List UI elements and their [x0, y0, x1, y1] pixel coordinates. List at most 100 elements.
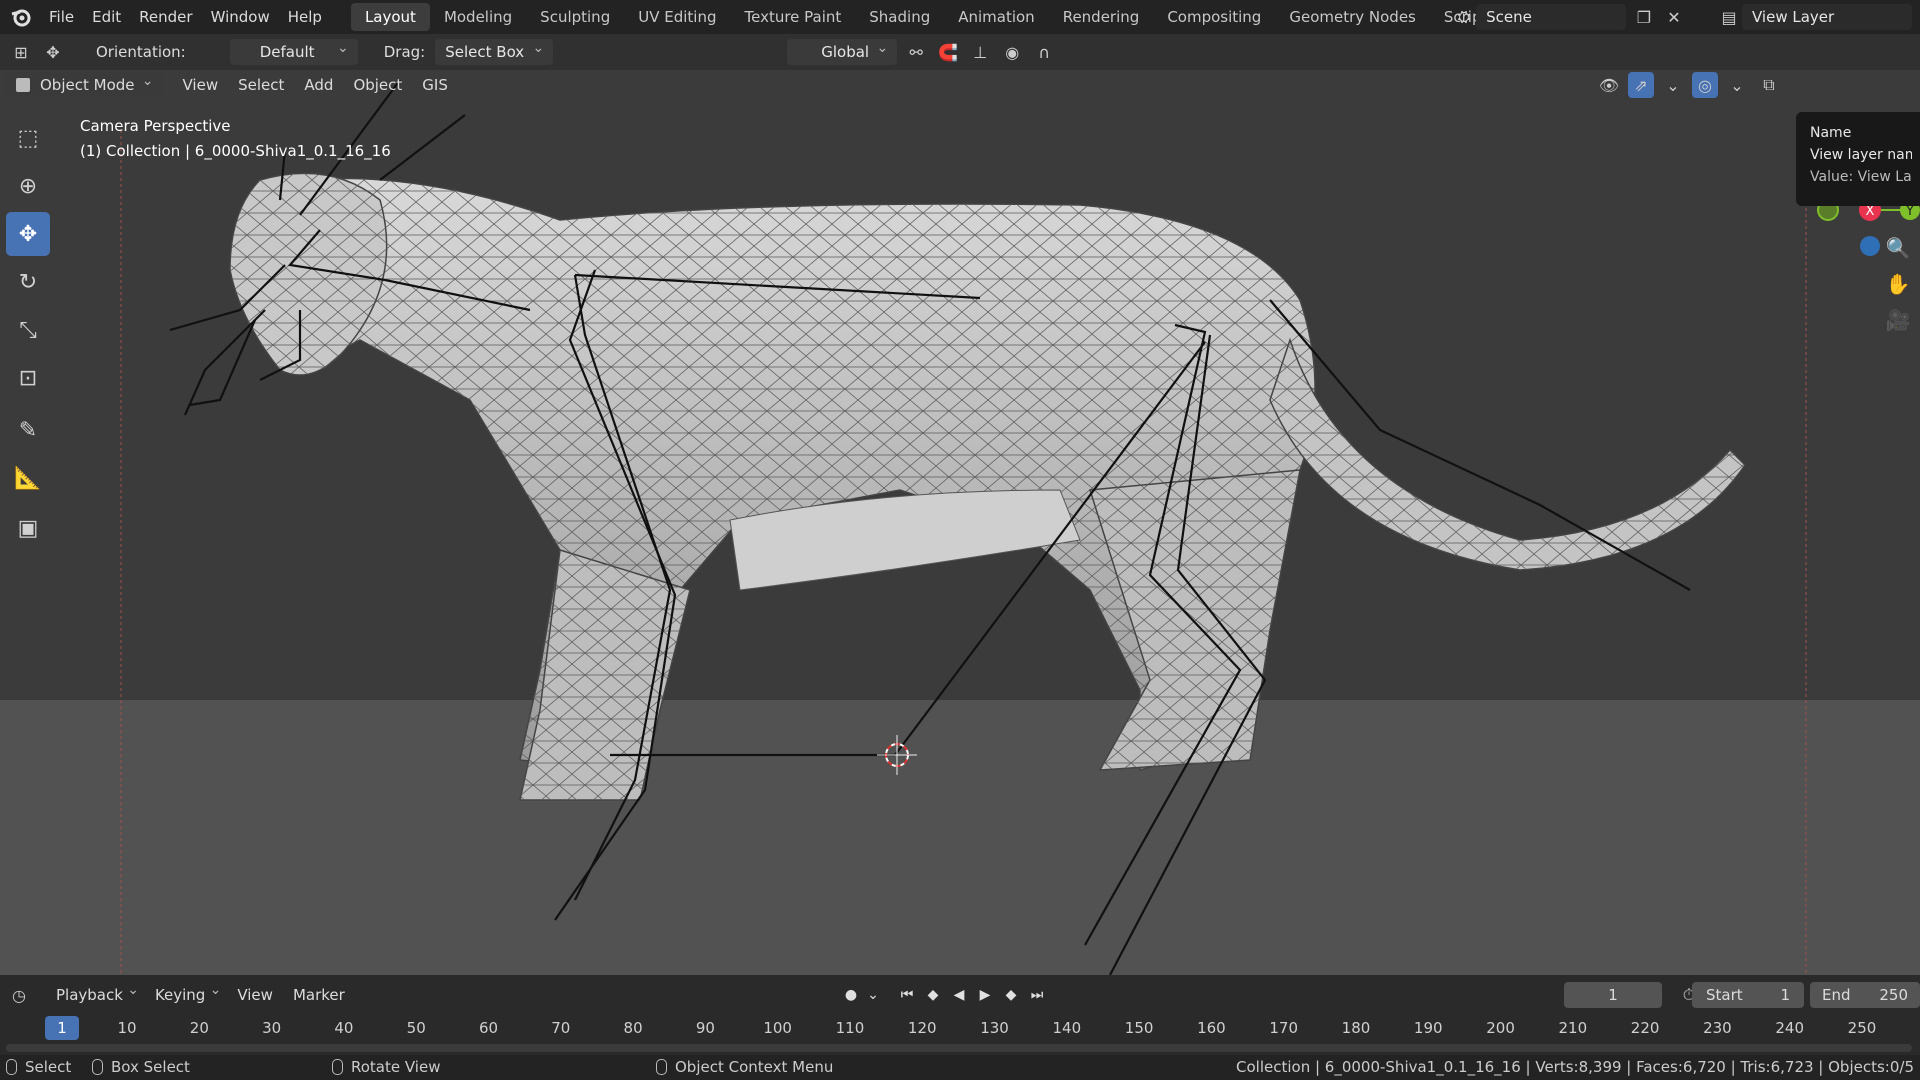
ruler-frame-130: 130 — [980, 1019, 1009, 1037]
neg-z-axis-handle[interactable] — [1860, 236, 1880, 256]
start-frame-field[interactable]: Start 1 — [1692, 982, 1804, 1008]
viewport-header: Object Mode View Select Add Object GIS 👁… — [0, 70, 1920, 100]
workspace-tabs: Layout Modeling Sculpting UV Editing Tex… — [350, 2, 1560, 32]
timeline-view-menu[interactable]: View — [227, 986, 283, 1004]
orientation-label: Orientation: — [96, 43, 186, 61]
menu-file[interactable]: File — [40, 0, 83, 34]
play-reverse-icon[interactable]: ◀ — [946, 982, 972, 1008]
view-layer-name-field[interactable]: View Layer — [1742, 4, 1912, 30]
viewport-menu-view[interactable]: View — [173, 76, 229, 94]
tab-layout[interactable]: Layout — [350, 3, 430, 31]
camera-perspective-label: Camera Perspective — [80, 117, 231, 135]
keying-options-icon[interactable]: ⌄ — [864, 982, 882, 1008]
tooltip-value: Value: View Layer — [1810, 169, 1912, 185]
scene-icon[interactable]: ⛭ — [1452, 4, 1476, 30]
annotate-icon[interactable]: ✎ — [6, 408, 50, 452]
menu-render[interactable]: Render — [130, 0, 201, 34]
jump-end-icon[interactable]: ⏭ — [1024, 982, 1050, 1008]
remove-scene-icon[interactable]: ✕ — [1662, 4, 1686, 30]
ruler-frame-90: 90 — [695, 1019, 715, 1037]
drag-dropdown[interactable]: Select Box — [435, 35, 554, 65]
ruler-frame-1: 1 — [45, 1016, 79, 1040]
pivot-point-icon[interactable]: ⚯ — [903, 39, 929, 65]
falloff-icon[interactable]: ∩ — [1031, 39, 1057, 65]
move-icon[interactable]: ✥ — [6, 212, 50, 256]
xray-icon[interactable]: ⧉ — [1756, 72, 1782, 98]
move-tool-icon: ✥ — [46, 42, 60, 62]
menu-window[interactable]: Window — [202, 0, 279, 34]
play-icon[interactable]: ▶ — [972, 982, 998, 1008]
overlays-icon[interactable]: ◎ — [1692, 72, 1718, 98]
end-frame-field[interactable]: End 250 — [1810, 982, 1920, 1008]
scene-name-field[interactable]: Scene — [1476, 4, 1626, 30]
viewport-menu-select[interactable]: Select — [228, 76, 294, 94]
3d-viewport[interactable]: Object Mode View Select Add Object GIS 👁… — [0, 70, 1920, 975]
current-frame-field[interactable]: 1 — [1564, 982, 1662, 1008]
select-box-icon[interactable]: ⬚ — [6, 116, 50, 160]
snap-target-icon[interactable]: ⊥ — [967, 39, 993, 65]
tab-texture-paint[interactable]: Texture Paint — [730, 3, 855, 31]
orientation-dropdown[interactable]: Default — [229, 35, 358, 65]
ruler-frame-240: 240 — [1775, 1019, 1805, 1037]
view-layer-icon[interactable]: ▤ — [1716, 4, 1742, 30]
ruler-frame-20: 20 — [189, 1019, 209, 1037]
gizmo-options-icon[interactable]: ⌄ — [1660, 72, 1686, 98]
snap-icon[interactable]: 🧲 — [935, 39, 961, 65]
viewport-overlay-controls: 👁 ⇗ ⌄ ◎ ⌄ ⧉ — [1590, 72, 1782, 98]
menu-edit[interactable]: Edit — [83, 0, 130, 34]
ruler-frame-140: 140 — [1052, 1019, 1082, 1037]
scale-icon[interactable]: ⤡ — [6, 308, 50, 352]
tab-shading[interactable]: Shading — [855, 3, 944, 31]
prev-keyframe-icon[interactable]: ◆ — [920, 982, 946, 1008]
zoom-icon[interactable]: 🔍 — [1880, 230, 1916, 266]
gizmo-toggle-icon[interactable]: ⇗ — [1628, 72, 1654, 98]
tab-modeling[interactable]: Modeling — [430, 3, 526, 31]
ruler-frame-230: 230 — [1703, 1019, 1732, 1037]
copy-scene-icon[interactable]: ❐ — [1632, 4, 1656, 30]
pan-hand-icon[interactable]: ✋ — [1880, 266, 1916, 302]
y-axis-label: Y — [1905, 204, 1914, 219]
viewport-menu-add[interactable]: Add — [294, 76, 343, 94]
tab-sculpting[interactable]: Sculpting — [526, 3, 624, 31]
overlays-options-icon[interactable]: ⌄ — [1724, 72, 1750, 98]
timeline-editor-icon[interactable]: ◷ — [6, 982, 32, 1008]
menu-help[interactable]: Help — [279, 0, 331, 34]
tab-animation[interactable]: Animation — [944, 3, 1048, 31]
rotate-icon[interactable]: ↻ — [6, 260, 50, 304]
playback-menu[interactable]: Playback — [46, 982, 145, 1004]
ruler-frame-220: 220 — [1630, 1019, 1660, 1037]
tab-geometry-nodes[interactable]: Geometry Nodes — [1275, 3, 1430, 31]
tooltip: Name View layer name Value: View Layer — [1796, 112, 1920, 206]
transform-icon[interactable]: ⊡ — [6, 356, 50, 400]
add-cube-icon[interactable]: ▣ — [6, 506, 50, 550]
3d-cursor-icon[interactable] — [877, 735, 917, 775]
tool-shelf: ⬚ ⊕ ✥ ↻ ⤡ ⊡ ✎ 📐 ▣ — [6, 116, 52, 554]
next-keyframe-icon[interactable]: ◆ — [998, 982, 1024, 1008]
ruler-frame-80: 80 — [623, 1019, 643, 1037]
viewport-menu-object[interactable]: Object — [343, 76, 412, 94]
cursor-icon[interactable]: ⊕ — [6, 164, 50, 208]
auto-keying-icon[interactable]: ● — [838, 982, 864, 1008]
timeline-ruler[interactable]: 1 10 20 30 40 50 60 70 80 90 100 110 120 130 140 150 160… — [0, 1015, 1920, 1055]
jump-start-icon[interactable]: ⏮ — [894, 982, 920, 1008]
collection-label: (1) Collection | 6_0000-Shiva1_0.1_16_16 — [80, 142, 391, 160]
camera-view-icon[interactable]: 🎥 — [1880, 302, 1916, 338]
measure-icon[interactable]: 📐 — [6, 456, 50, 500]
object-mode-dropdown[interactable]: Object Mode — [6, 70, 163, 98]
tiger-model[interactable] — [0, 70, 1920, 975]
proportional-editing-icon[interactable]: ◉ — [999, 39, 1025, 65]
keying-menu[interactable]: Keying — [145, 982, 227, 1004]
transform-orientation-dropdown[interactable]: Global — [787, 35, 898, 65]
tiger-body — [229, 172, 1746, 801]
visibility-icon[interactable]: 👁 — [1596, 72, 1622, 98]
tab-uv-editing[interactable]: UV Editing — [624, 3, 730, 31]
timeline-scrollbar[interactable] — [6, 1044, 1912, 1052]
x-axis-label: X — [1866, 204, 1875, 219]
tab-rendering[interactable]: Rendering — [1049, 3, 1154, 31]
viewport-menu-gis[interactable]: GIS — [412, 76, 458, 94]
editor-type-icon[interactable]: ⊞ — [8, 39, 34, 65]
tab-compositing[interactable]: Compositing — [1153, 3, 1275, 31]
playback-controls: ● ⌄ ⏮ ◆ ◀ ▶ ◆ ⏭ — [838, 982, 1050, 1008]
blender-logo-icon[interactable] — [8, 4, 34, 30]
marker-menu[interactable]: Marker — [283, 986, 355, 1004]
